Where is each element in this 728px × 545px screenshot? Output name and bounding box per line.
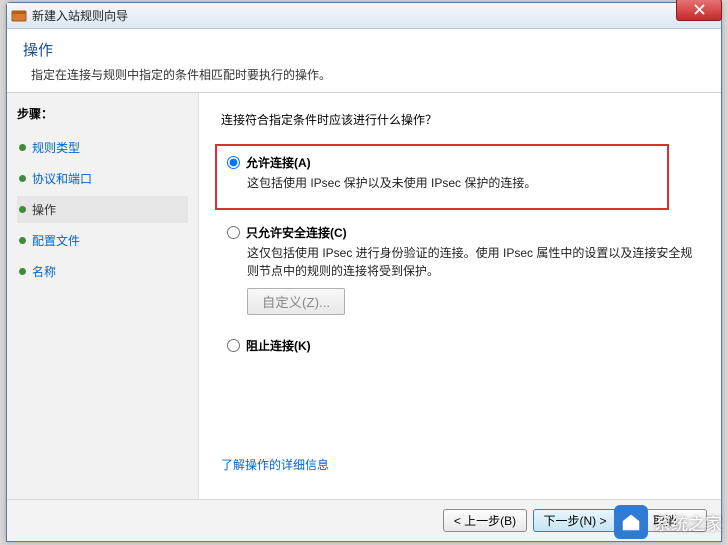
wizard-window: 新建入站规则向导 操作 指定在连接与规则中指定的条件相匹配时要执行的操作。 步骤… <box>6 2 722 542</box>
radio-block-connection[interactable] <box>227 339 240 352</box>
option-secure-label: 只允许安全连接(C) <box>246 224 347 241</box>
option-allow-label: 允许连接(A) <box>246 154 311 171</box>
step-link[interactable]: 协议和端口 <box>32 170 92 187</box>
titlebar: 新建入站规则向导 <box>7 3 721 29</box>
app-icon <box>11 8 27 24</box>
page-description: 指定在连接与规则中指定的条件相匹配时要执行的操作。 <box>23 66 705 83</box>
step-link[interactable]: 名称 <box>32 263 56 280</box>
step-name[interactable]: 名称 <box>17 258 188 285</box>
page-title: 操作 <box>23 39 705 60</box>
wizard-footer: < 上一步(B) 下一步(N) > 取消 <box>7 499 721 541</box>
next-button[interactable]: 下一步(N) > <box>533 509 617 532</box>
option-block-label: 阻止连接(K) <box>246 337 311 354</box>
option-secure-desc: 这仅包括使用 IPsec 进行身份验证的连接。使用 IPsec 属性中的设置以及… <box>247 244 699 280</box>
bullet-icon <box>19 237 26 244</box>
radio-allow-connection[interactable] <box>227 156 240 169</box>
step-protocol-ports[interactable]: 协议和端口 <box>17 165 188 192</box>
customize-button: 自定义(Z)... <box>247 288 345 315</box>
step-link[interactable]: 配置文件 <box>32 232 80 249</box>
cancel-button[interactable]: 取消 <box>623 509 707 532</box>
option-allow-desc: 这包括使用 IPsec 保护以及未使用 IPsec 保护的连接。 <box>247 174 657 192</box>
step-action[interactable]: 操作 <box>17 196 188 223</box>
help-link[interactable]: 了解操作的详细信息 <box>221 456 699 473</box>
bullet-icon <box>19 206 26 213</box>
step-link[interactable]: 规则类型 <box>32 139 80 156</box>
wizard-body: 步骤： 规则类型 协议和端口 操作 配置文件 名称 连 <box>7 93 721 499</box>
wizard-header: 操作 指定在连接与规则中指定的条件相匹配时要执行的操作。 <box>7 29 721 93</box>
steps-sidebar: 步骤： 规则类型 协议和端口 操作 配置文件 名称 <box>7 93 199 499</box>
steps-heading: 步骤： <box>17 105 188 122</box>
main-panel: 连接符合指定条件时应该进行什么操作？ 允许连接(A) 这包括使用 IPsec 保… <box>199 93 721 499</box>
step-link: 操作 <box>32 201 56 218</box>
close-button[interactable] <box>676 0 722 21</box>
bullet-icon <box>19 144 26 151</box>
radio-allow-secure[interactable] <box>227 226 240 239</box>
bullet-icon <box>19 175 26 182</box>
highlighted-option: 允许连接(A) 这包括使用 IPsec 保护以及未使用 IPsec 保护的连接。 <box>215 144 669 210</box>
step-rule-type[interactable]: 规则类型 <box>17 134 188 161</box>
bullet-icon <box>19 268 26 275</box>
action-question: 连接符合指定条件时应该进行什么操作？ <box>221 111 699 128</box>
window-title: 新建入站规则向导 <box>32 7 128 24</box>
step-profile[interactable]: 配置文件 <box>17 227 188 254</box>
back-button[interactable]: < 上一步(B) <box>443 509 527 532</box>
close-icon <box>694 3 705 18</box>
